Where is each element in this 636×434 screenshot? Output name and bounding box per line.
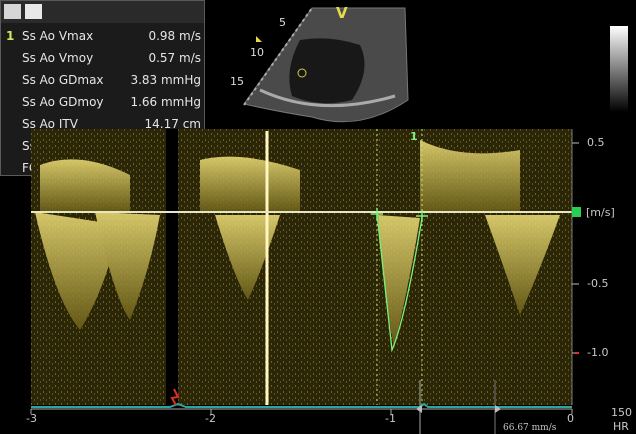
cursor-number: 1 — [410, 130, 418, 143]
sweep-speed-label: 66.67 mm/s — [503, 423, 557, 433]
depth-label-10: 10 — [250, 46, 264, 59]
depth-label-15: 15 — [230, 75, 244, 88]
time-tick-label: -3 — [26, 412, 37, 425]
depth-label-5: 5 — [279, 16, 286, 29]
velocity-ticks — [572, 142, 579, 354]
time-tick-label: -2 — [205, 412, 216, 425]
hr-label: HR — [613, 420, 629, 433]
view-marker: V — [336, 4, 348, 22]
depth-focus-marker — [256, 36, 262, 42]
velocity-tick-label: 0.5 — [587, 136, 605, 149]
grayscale-bar — [610, 26, 628, 112]
hr-value: 150 — [611, 406, 632, 419]
gap-band — [166, 129, 178, 405]
velocity-unit-label: [m/s] — [586, 206, 615, 219]
sector-image — [243, 7, 409, 123]
baseline-handle[interactable] — [572, 207, 581, 217]
velocity-tick-label: -0.5 — [587, 277, 609, 290]
time-tick-label: 0 — [567, 412, 574, 425]
time-tick-label: -1 — [385, 412, 396, 425]
doppler-display — [30, 7, 581, 434]
time-ticks — [30, 409, 573, 414]
velocity-tick-label: -1.0 — [587, 346, 609, 359]
